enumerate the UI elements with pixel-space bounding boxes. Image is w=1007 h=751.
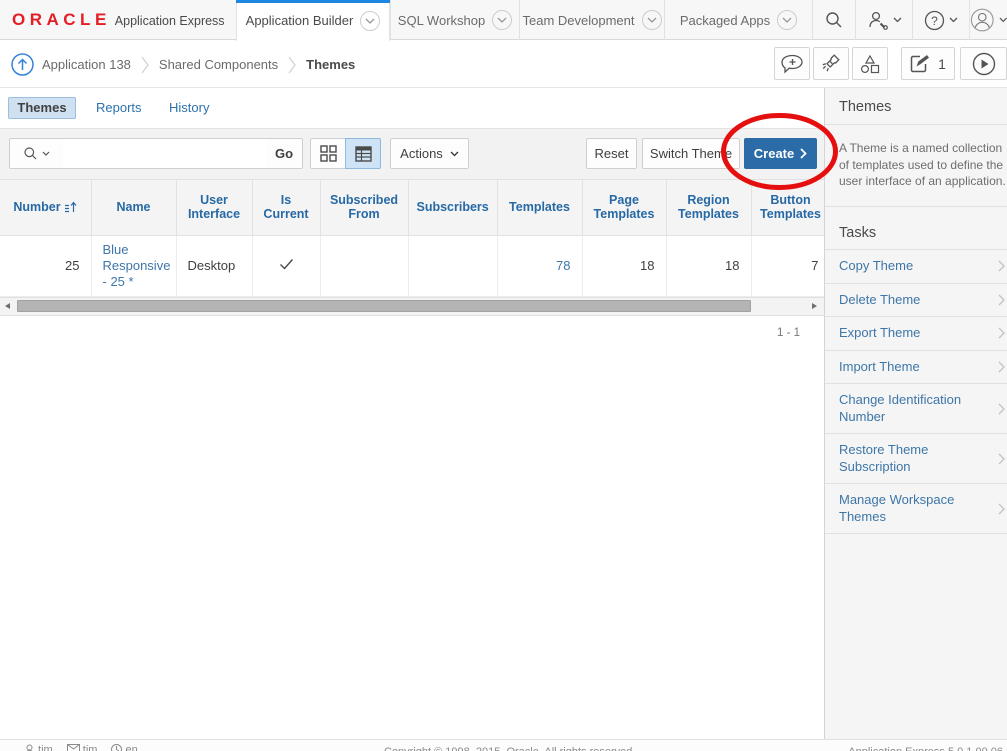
svg-text:?: ? [931, 14, 938, 28]
